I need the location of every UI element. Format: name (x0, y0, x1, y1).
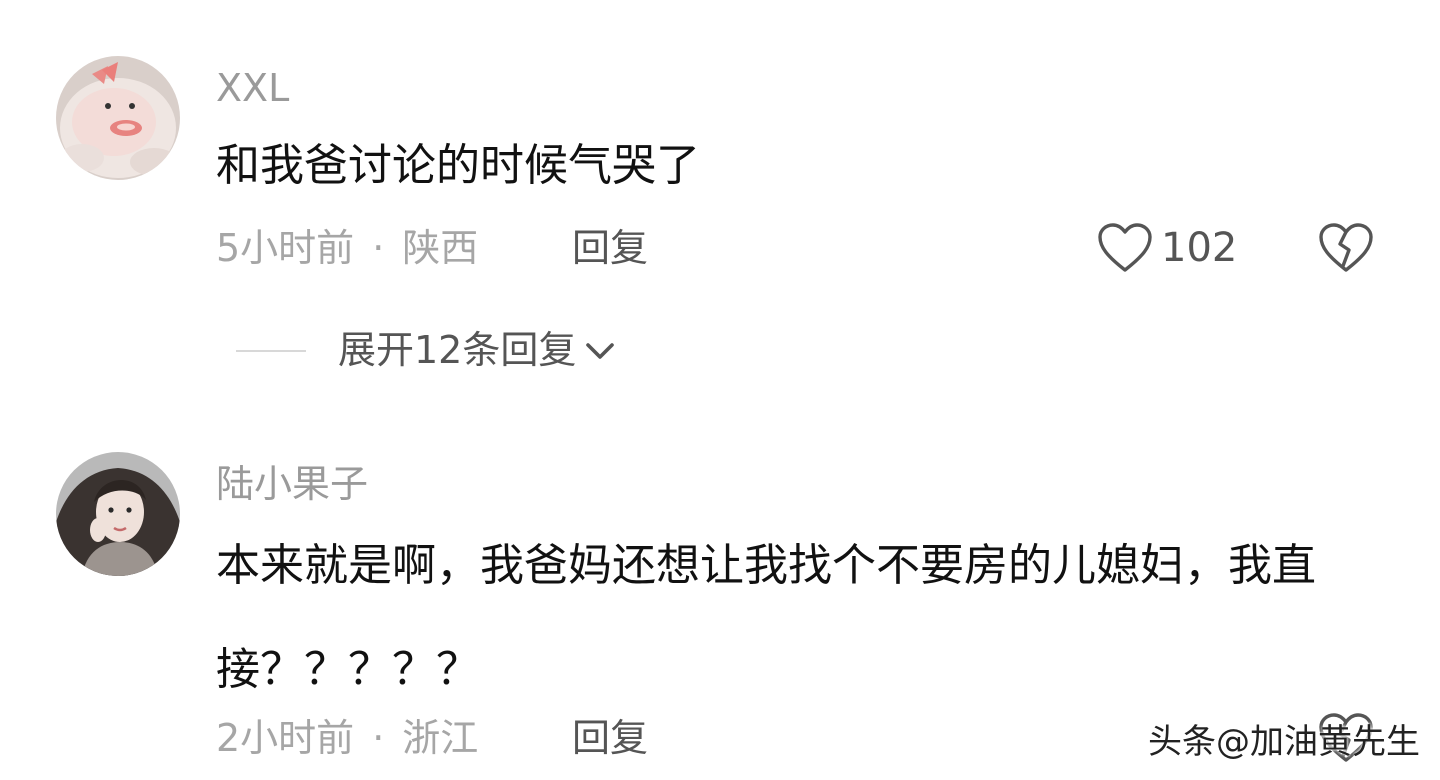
comment-location: 浙江 (402, 716, 479, 760)
comment-meta: 5小时前 · 陕西 (216, 226, 478, 272)
avatar-portrait-image (56, 452, 180, 576)
meta-separator: · (372, 716, 385, 760)
broken-heart-icon (1319, 223, 1373, 272)
avatar[interactable] (56, 56, 180, 180)
expand-replies-button[interactable]: 展开12条回复 (236, 328, 618, 374)
watermark-text: 头条@加油黄先生 (1148, 722, 1420, 762)
comment-username[interactable]: XXL (216, 66, 289, 112)
like-button[interactable]: 102 (1097, 222, 1237, 274)
avatar-plush-image (56, 56, 180, 180)
dislike-button[interactable] (1318, 222, 1374, 278)
comment-text: 本来就是啊，我爸妈还想让我找个不要房的儿媳妇，我直接？？？？？ (216, 540, 1316, 695)
meta-separator: · (372, 226, 385, 270)
expand-divider-line (236, 349, 306, 352)
comment-time: 2小时前 (216, 716, 355, 760)
expand-replies-label: 展开12条回复 (338, 328, 577, 372)
heart-outline-icon (1098, 223, 1152, 272)
reply-button[interactable]: 回复 (572, 226, 648, 272)
comment-meta: 2小时前 · 浙江 (216, 716, 478, 762)
comment-location: 陕西 (402, 226, 479, 270)
chevron-down-icon (586, 342, 615, 359)
comment-time: 5小时前 (216, 226, 355, 270)
like-count: 102 (1161, 225, 1238, 271)
comment-username[interactable]: 陆小果子 (216, 462, 368, 508)
comment-text: 和我爸讨论的时候气哭了 (216, 140, 700, 191)
reply-button[interactable]: 回复 (572, 716, 648, 762)
avatar[interactable] (56, 452, 180, 576)
